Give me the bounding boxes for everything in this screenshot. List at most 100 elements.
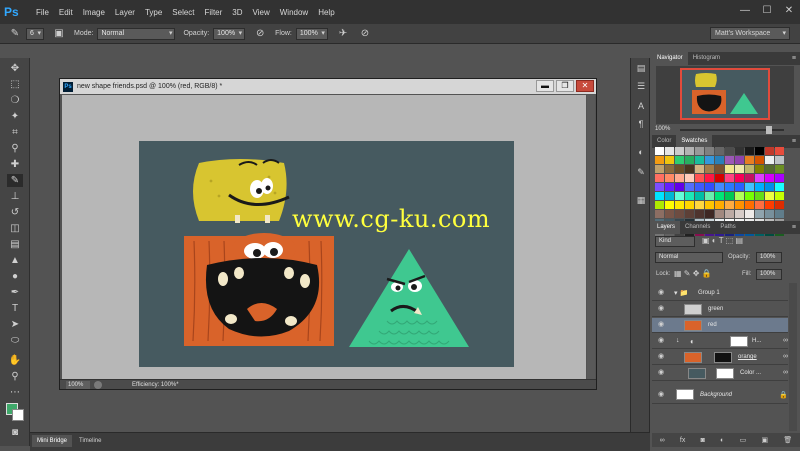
swatch[interactable] [755, 165, 764, 173]
brush-tool-preset-icon[interactable]: ✎ [8, 27, 22, 41]
swatch[interactable] [775, 165, 784, 173]
background-color-swatch[interactable] [12, 409, 24, 421]
clone-stamp-tool-icon[interactable]: ⊥ [7, 190, 23, 203]
swatch[interactable] [715, 156, 724, 164]
layer-filter-kind[interactable]: Kind [655, 236, 695, 247]
swatch[interactable] [745, 174, 754, 182]
swatch[interactable] [775, 156, 784, 164]
swatch[interactable] [705, 147, 714, 155]
swatch[interactable] [655, 201, 664, 209]
swatch[interactable] [755, 174, 764, 182]
dodge-tool-icon[interactable]: ● [7, 270, 23, 283]
swatch[interactable] [685, 201, 694, 209]
layer-row-red[interactable]: ◉ red [652, 318, 788, 333]
swatch[interactable] [705, 201, 714, 209]
layer-row-green[interactable]: ◉ green [652, 302, 788, 317]
swatch[interactable] [695, 210, 704, 218]
swatch[interactable] [765, 192, 774, 200]
menu-layer[interactable]: Layer [115, 8, 135, 17]
swatch[interactable] [755, 183, 764, 191]
tab-timeline[interactable]: Timeline [74, 435, 106, 447]
menu-3d[interactable]: 3D [232, 8, 242, 17]
swatch[interactable] [775, 210, 784, 218]
swatch[interactable] [735, 201, 744, 209]
tab-paths[interactable]: Paths [715, 221, 740, 234]
layer-row-group-1[interactable]: ◉ ▾ 📁 Group 1 [652, 286, 788, 301]
artwork-canvas[interactable] [139, 141, 514, 367]
swatch[interactable] [705, 165, 714, 173]
path-selection-tool-icon[interactable]: ➤ [7, 318, 23, 331]
swatch[interactable] [725, 192, 734, 200]
swatch[interactable] [655, 174, 664, 182]
swatch[interactable] [715, 165, 724, 173]
swatch[interactable] [775, 192, 784, 200]
layer-opacity-input[interactable]: 100% [756, 252, 782, 263]
adjustments-panel-icon[interactable]: ◐ [634, 146, 648, 158]
swatch[interactable] [665, 174, 674, 182]
swatch[interactable] [705, 156, 714, 164]
swatch[interactable] [705, 174, 714, 182]
minimize-icon[interactable]: — [738, 4, 752, 18]
type-tool-icon[interactable]: T [7, 302, 23, 315]
swatch[interactable] [665, 201, 674, 209]
marquee-tool-icon[interactable]: ⬚ [7, 78, 23, 91]
document-title-bar[interactable]: Ps new shape friends.psd @ 100% (red, RG… [60, 79, 596, 94]
document-close-icon[interactable]: ✕ [576, 80, 594, 92]
swatch[interactable] [655, 210, 664, 218]
swatch[interactable] [715, 147, 724, 155]
eyedropper-tool-icon[interactable]: ⚲ [7, 142, 23, 155]
swatch[interactable] [675, 210, 684, 218]
tab-histogram[interactable]: Histogram [688, 52, 725, 65]
swatch[interactable] [695, 147, 704, 155]
new-layer-icon[interactable]: ▣ [762, 436, 769, 444]
swatch[interactable] [775, 183, 784, 191]
tab-navigator[interactable]: Navigator [652, 52, 688, 65]
swatch[interactable] [765, 156, 774, 164]
visibility-eye-icon[interactable]: ◉ [658, 337, 666, 345]
tab-layers[interactable]: Layers [652, 221, 681, 234]
history-panel-icon[interactable]: ▤ [634, 62, 648, 74]
styles-panel-icon[interactable]: ▦ [634, 194, 648, 206]
swatch[interactable] [705, 210, 714, 218]
swatch[interactable] [715, 174, 724, 182]
swatch[interactable] [745, 210, 754, 218]
swatch[interactable] [675, 192, 684, 200]
swatch[interactable] [675, 165, 684, 173]
swatch[interactable] [665, 147, 674, 155]
pressure-size-icon[interactable]: ⊘ [358, 27, 372, 41]
crop-tool-icon[interactable]: ⌗ [7, 126, 23, 139]
tab-mini-bridge[interactable]: Mini Bridge [32, 435, 73, 447]
swatch[interactable] [725, 183, 734, 191]
swatch[interactable] [695, 165, 704, 173]
history-brush-tool-icon[interactable]: ↺ [7, 206, 23, 219]
swatch[interactable] [725, 147, 734, 155]
quick-select-tool-icon[interactable]: ✦ [7, 110, 23, 123]
swatch[interactable] [765, 183, 774, 191]
swatch[interactable] [665, 210, 674, 218]
tab-channels[interactable]: Channels [680, 221, 715, 234]
add-mask-icon[interactable]: ◙ [701, 437, 705, 444]
menu-edit[interactable]: Edit [59, 8, 73, 17]
navigator-menu-icon[interactable]: ≡ [792, 52, 796, 65]
layer-filter-icons[interactable]: ▣ ◐ T ⬚ ▤ [702, 236, 743, 245]
document-restore-icon[interactable]: ❐ [556, 80, 574, 92]
opacity-input[interactable]: 100% [213, 27, 246, 40]
visibility-eye-icon[interactable]: ◉ [658, 391, 666, 399]
swatch[interactable] [735, 174, 744, 182]
swatch[interactable] [715, 201, 724, 209]
menu-view[interactable]: View [253, 8, 270, 17]
swatch[interactable] [655, 192, 664, 200]
lasso-tool-icon[interactable]: ❍ [7, 94, 23, 107]
quick-mask-icon[interactable]: ◙ [7, 426, 23, 439]
swatch[interactable] [705, 183, 714, 191]
brush-size-picker[interactable]: 6 [26, 27, 44, 40]
swatch[interactable] [755, 156, 764, 164]
swatch[interactable] [775, 147, 784, 155]
layer-blend-mode[interactable]: Normal [655, 252, 723, 263]
maximize-icon[interactable]: ☐ [760, 4, 774, 18]
flow-input[interactable]: 100% [295, 27, 328, 40]
swatch[interactable] [715, 183, 724, 191]
swatch[interactable] [775, 201, 784, 209]
swatch[interactable] [765, 174, 774, 182]
swatch[interactable] [655, 147, 664, 155]
